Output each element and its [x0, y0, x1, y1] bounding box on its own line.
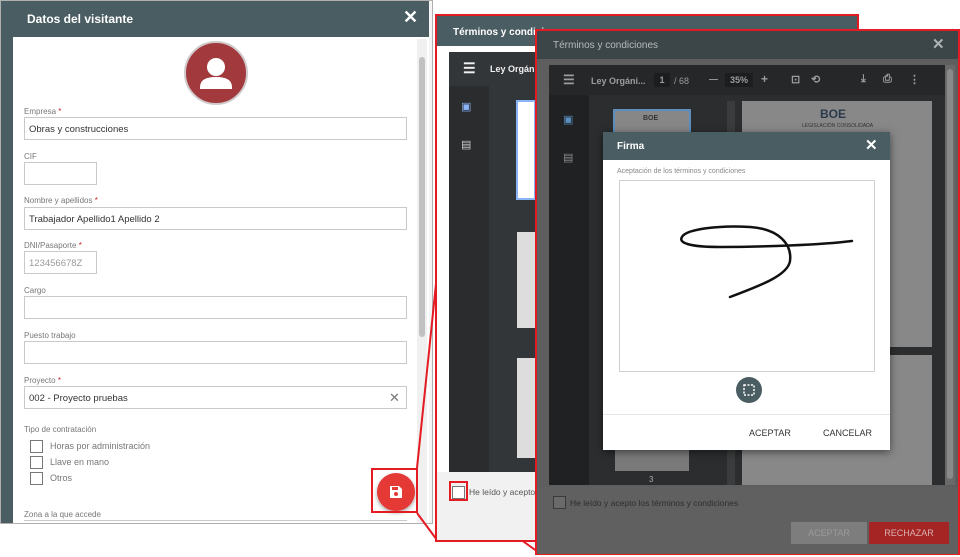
- thumb-page-3[interactable]: [517, 358, 535, 458]
- thumbnail-icon[interactable]: ▣: [563, 113, 573, 126]
- close-icon[interactable]: ✕: [865, 136, 878, 154]
- terms-checkbox-label: He leído y acepto los términos y condici…: [570, 498, 739, 508]
- terms-front-scrollbar[interactable]: [945, 65, 955, 485]
- terms-front-header: Términos y condiciones ✕: [537, 31, 958, 59]
- signature-divider: [603, 414, 890, 415]
- download-icon[interactable]: ⤓: [861, 73, 866, 86]
- reject-button[interactable]: RECHAZAR: [869, 522, 949, 544]
- terms-checkbox-label: He leído y acepto l: [469, 487, 540, 497]
- pdf-doc-title: Ley Orgáni...: [591, 76, 646, 86]
- more-icon[interactable]: ⋮: [909, 73, 920, 86]
- boe-subtitle: LEGISLACIÓN CONSOLIDADA: [802, 123, 874, 129]
- signature-dialog: Firma ✕ Aceptación de los términos y con…: [603, 132, 890, 450]
- zoom-out-icon[interactable]: —: [709, 74, 718, 84]
- terms-panel-front: Términos y condiciones ✕ ☰ Ley Orgáni...…: [537, 31, 958, 554]
- menu-icon[interactable]: ☰: [463, 60, 476, 77]
- page-input[interactable]: 1: [654, 73, 670, 87]
- rotate-icon[interactable]: ⟲: [811, 73, 820, 86]
- thumb-page-number: 3: [649, 475, 654, 484]
- pdf-toolbar-front: ☰ Ley Orgáni... 1 / 68 — 35% + ⊡ ⟲ ⤓ ⎙ ⋮: [549, 65, 945, 95]
- thumb-page-2[interactable]: [517, 232, 535, 328]
- signature-dialog-header: Firma ✕: [603, 132, 890, 160]
- scrollbar-thumb[interactable]: [947, 69, 953, 479]
- pdf-sidebar: ▣ ▤: [449, 86, 489, 472]
- terms-checkbox[interactable]: [553, 496, 566, 509]
- thumb-page-1[interactable]: [516, 100, 536, 200]
- signature-stroke: [680, 225, 854, 299]
- thumb-boe-logo: BOE: [643, 115, 659, 122]
- signature-canvas[interactable]: [619, 180, 875, 372]
- accept-button[interactable]: ACEPTAR: [791, 522, 867, 544]
- outline-icon[interactable]: ▤: [563, 151, 573, 164]
- outline-icon[interactable]: ▤: [461, 138, 471, 151]
- fit-page-icon[interactable]: ⊡: [791, 73, 800, 86]
- highlight-terms-checkbox: [449, 481, 468, 501]
- page-total: / 68: [674, 76, 690, 86]
- signature-caption: Aceptación de los términos y condiciones: [617, 168, 746, 175]
- boe-logo: BOE: [820, 107, 847, 121]
- zoom-value[interactable]: 35%: [725, 73, 753, 87]
- clear-signature-button[interactable]: [736, 377, 762, 403]
- terms-front-title: Términos y condiciones: [553, 40, 659, 51]
- close-icon[interactable]: ✕: [932, 35, 945, 53]
- print-icon[interactable]: ⎙: [883, 73, 892, 86]
- zoom-in-icon[interactable]: +: [761, 72, 768, 86]
- menu-icon[interactable]: ☰: [563, 72, 575, 88]
- signature-cancel-button[interactable]: CANCELAR: [823, 428, 872, 438]
- thumb-page-3[interactable]: [615, 449, 689, 471]
- terms-front-footer: He leído y acepto los términos y condici…: [537, 487, 958, 554]
- signature-accept-button[interactable]: ACEPTAR: [749, 428, 791, 438]
- thumbnail-icon[interactable]: ▣: [461, 100, 471, 113]
- selection-icon: [743, 384, 755, 396]
- pdf-sidebar-front: ▣ ▤: [549, 95, 589, 485]
- signature-dialog-title: Firma: [617, 141, 645, 152]
